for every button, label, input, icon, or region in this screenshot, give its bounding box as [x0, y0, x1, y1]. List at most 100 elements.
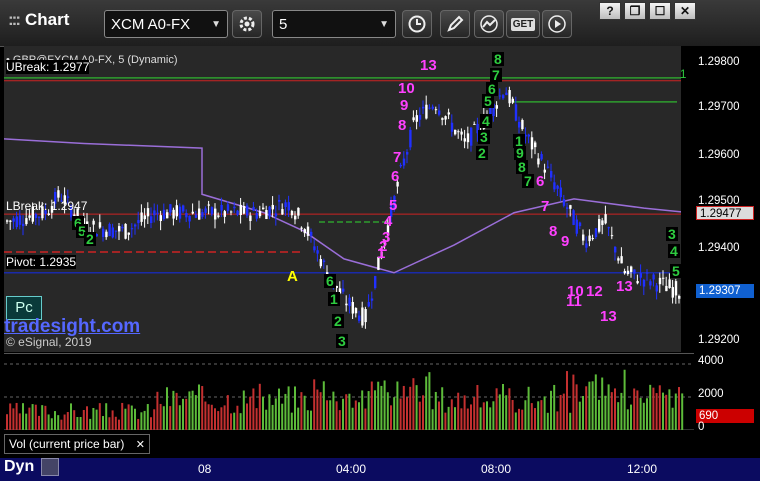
td-sell-count: 13	[616, 278, 633, 295]
td-buy-count: 4	[482, 113, 490, 129]
volume-bar	[681, 393, 684, 430]
volume-bar	[214, 408, 216, 430]
dyn-label: Dyn	[4, 458, 35, 476]
candle-body	[281, 209, 284, 215]
volume-study-label[interactable]: Vol (current price bar) ✕	[4, 434, 150, 454]
help-button[interactable]: ?	[599, 2, 621, 20]
candle-body	[249, 215, 252, 222]
price-chart[interactable]: 1310987654321567891011121313876543219876…	[4, 46, 694, 352]
volume-bar	[351, 407, 354, 430]
settings-gear-button[interactable]	[232, 10, 262, 38]
symbol-combo[interactable]: XCM A0-FX ▼	[104, 10, 228, 38]
volume-bar	[265, 409, 268, 430]
time-tick: 08	[198, 462, 212, 476]
candle-body	[230, 211, 233, 213]
price-scale-strip[interactable]	[681, 46, 694, 352]
candle-body	[287, 202, 290, 211]
volume-bar	[25, 413, 28, 430]
volume-bar	[546, 412, 549, 430]
time-axis[interactable]: 08 04:00 08:00 12:00	[0, 458, 760, 481]
maximize-button[interactable]: ☐	[649, 2, 671, 20]
candle-body	[537, 158, 540, 165]
candle-body	[214, 208, 217, 220]
volume-bar	[406, 397, 408, 430]
volume-panel[interactable]	[4, 353, 694, 430]
volume-bar	[569, 412, 572, 430]
candle-body	[415, 115, 418, 122]
draw-tool-button[interactable]	[440, 10, 470, 38]
restore-icon: ❐	[629, 4, 641, 18]
volume-bar	[543, 396, 546, 430]
volume-bar	[22, 403, 24, 430]
lbreak-label: LBreak: 1.2947	[6, 199, 88, 213]
candle-body	[127, 232, 130, 235]
volume-bar	[281, 403, 284, 430]
candle-body	[105, 231, 108, 238]
candle-body	[364, 309, 367, 323]
td-sell-count: 7	[393, 149, 401, 166]
volume-bar	[303, 395, 306, 430]
volume-bar	[415, 385, 418, 430]
volume-bar	[502, 384, 504, 430]
price-axis[interactable]: 1.29800 1.29700 1.29600 1.29500 1.29400 …	[680, 46, 760, 352]
play-button[interactable]	[542, 10, 572, 38]
volume-bar	[658, 385, 661, 430]
volume-bar	[457, 392, 460, 430]
candle-body	[134, 224, 137, 227]
volume-bar	[550, 390, 552, 430]
volume-bar	[412, 378, 415, 430]
candle-body	[345, 303, 348, 306]
candle-body	[514, 104, 518, 121]
volume-bar	[255, 408, 258, 430]
candle-body	[284, 202, 287, 208]
volume-bar	[495, 388, 498, 430]
volume-bar	[678, 387, 680, 430]
lock-icon[interactable]	[40, 458, 59, 476]
close-icon[interactable]: ✕	[136, 439, 145, 451]
candle-body	[156, 212, 159, 214]
dynamic-mode-toggle[interactable]: Dyn	[4, 458, 59, 476]
td-buy-count: 2	[86, 231, 94, 247]
volume-bar	[556, 411, 559, 430]
candle-body	[470, 127, 473, 146]
volume-bar	[626, 409, 629, 430]
volume-chart[interactable]	[4, 354, 694, 430]
volume-bar	[399, 398, 402, 430]
td-sell-count: 8	[398, 117, 406, 134]
candle-body	[178, 206, 182, 219]
volume-bar	[518, 408, 520, 430]
volume-bar	[258, 383, 261, 430]
volume-bar	[601, 377, 604, 430]
candle-body	[463, 138, 466, 142]
volume-bar	[390, 405, 392, 430]
candle-body	[658, 277, 662, 285]
clock-button[interactable]	[402, 10, 432, 38]
volume-bar	[207, 404, 210, 430]
price-tick: 1.29400	[698, 242, 740, 254]
td-buy-count: 5	[484, 93, 492, 109]
price-panel[interactable]: 1310987654321567891011121313876543219876…	[4, 46, 694, 352]
volume-bar	[380, 385, 383, 430]
candle-body	[47, 213, 50, 216]
candle-body	[146, 208, 150, 217]
volume-bar	[156, 391, 159, 430]
volume-bar	[572, 374, 575, 430]
candle-body	[6, 220, 9, 222]
volume-bar	[370, 381, 373, 430]
drag-grip-icon[interactable]: :::	[8, 10, 21, 29]
candle-body	[418, 114, 422, 120]
study-button[interactable]	[474, 10, 504, 38]
volume-bar	[383, 380, 386, 430]
maximize-icon: ☐	[654, 4, 666, 18]
volume-bar	[489, 407, 492, 430]
interval-combo[interactable]: 5 ▼	[272, 10, 396, 38]
close-button[interactable]: ✕	[674, 2, 696, 20]
volume-value-tag: 690	[696, 409, 754, 423]
td-sell-count: 4	[384, 213, 393, 230]
restore-button[interactable]: ❐	[624, 2, 646, 20]
volume-bar	[175, 392, 178, 430]
volume-bar	[610, 392, 613, 430]
candle-body	[118, 226, 121, 232]
volume-axis[interactable]: 4000 2000 690 0	[694, 353, 760, 433]
get-data-button[interactable]: GET	[506, 10, 540, 38]
